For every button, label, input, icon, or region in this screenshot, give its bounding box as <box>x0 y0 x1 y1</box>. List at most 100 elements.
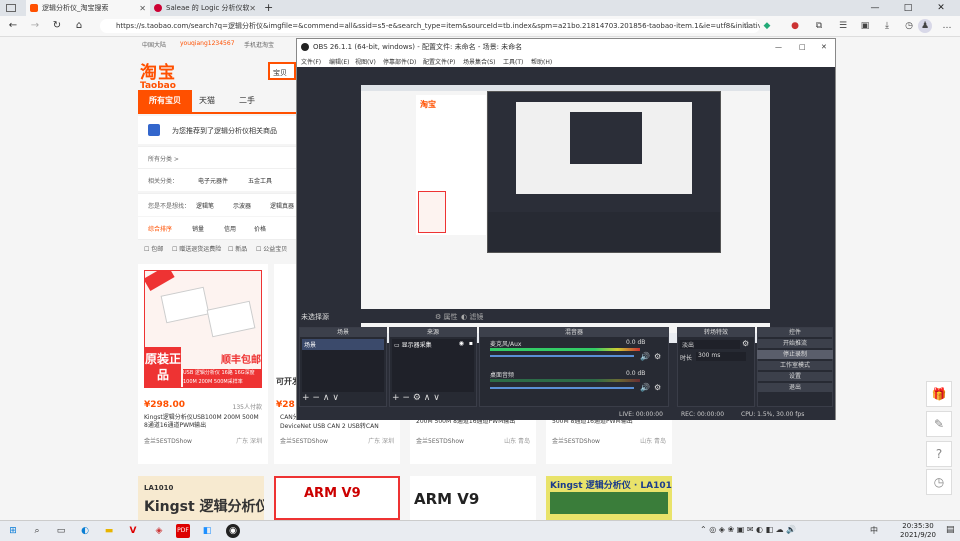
close-tab-icon[interactable]: ✕ <box>249 4 256 13</box>
sort-credit[interactable]: 信用 <box>224 224 236 233</box>
move-down-icon[interactable]: ∨ <box>433 393 440 403</box>
taskbar-clock[interactable]: 20:35:30 2021/9/20 <box>896 522 940 540</box>
move-down-icon[interactable]: ∨ <box>332 393 339 403</box>
checkbox-charity[interactable]: ☐ 公益宝贝 <box>256 244 287 253</box>
speaker-icon[interactable]: 🔊 <box>640 352 650 361</box>
ime-indicator[interactable]: 中 <box>870 525 878 536</box>
system-tray-icons[interactable]: ⌃ ◎ ◈ ❀ ▣ ✉ ◐ ◧ ☁ 🔊 <box>700 525 796 534</box>
volume-slider[interactable] <box>490 387 634 389</box>
obs-taskbar-icon[interactable]: ◉ <box>226 524 240 538</box>
edit-icon[interactable]: ✎ <box>926 411 952 437</box>
start-icon[interactable]: ⊞ <box>6 524 20 538</box>
refresh-icon[interactable]: ↻ <box>50 19 64 33</box>
obs-preview[interactable]: 淘宝 <box>361 85 770 343</box>
visibility-eye-icon[interactable]: ◉ <box>459 340 464 347</box>
suggest-option[interactable]: 示波器 <box>233 201 251 210</box>
exit-button[interactable]: 退出 <box>757 383 833 392</box>
product-card-bottom[interactable]: ARM V9 <box>274 476 400 520</box>
gift-icon[interactable]: 🎁 <box>926 381 952 407</box>
menu-help[interactable]: 帮助(H) <box>531 57 552 66</box>
track-settings-icon[interactable]: ⚙ <box>654 352 661 361</box>
edge-icon[interactable]: ◐ <box>78 524 92 538</box>
obs-close-button[interactable]: ✕ <box>821 39 827 55</box>
menu-profile[interactable]: 配置文件(P) <box>423 57 455 66</box>
app-pdf-icon[interactable]: PDF <box>176 524 190 538</box>
product-card-lower[interactable]: 200M 500M 8通道16通道PWM输出 金兰5ESTDShow 山东 青岛 <box>410 414 536 464</box>
home-icon[interactable]: ⌂ <box>72 19 86 33</box>
app-red-icon[interactable]: ◈ <box>152 524 166 538</box>
suggest-option[interactable]: 逻辑笔 <box>196 201 214 210</box>
user-link[interactable]: youqiang1234567 <box>180 40 235 47</box>
product-image[interactable]: 原装正品 顺丰包邮 USB 逻辑分析仪 16路 16G深度 100M 200M … <box>144 270 262 388</box>
speaker-icon[interactable]: 🔊 <box>640 383 650 392</box>
back-icon[interactable]: ← <box>6 19 20 33</box>
close-window-button[interactable]: ✕ <box>926 0 956 16</box>
search-type-select[interactable]: 宝贝 <box>268 62 296 80</box>
add-scene-icon[interactable]: + <box>302 393 310 403</box>
filter-option[interactable]: 五金工具 <box>248 176 272 185</box>
maximize-button[interactable]: □ <box>893 0 923 16</box>
extension-icon[interactable]: ◆ <box>760 19 774 33</box>
filters-button[interactable]: ◐ 滤镜 <box>461 312 483 322</box>
obs-maximize-button[interactable]: □ <box>799 39 806 55</box>
studio-mode-button[interactable]: 工作室模式 <box>757 361 833 370</box>
remove-scene-icon[interactable]: − <box>312 393 320 403</box>
collections-icon[interactable]: ▣ <box>858 19 872 33</box>
product-card-bottom[interactable]: Kingst 逻辑分析仪 · LA1010 <box>546 476 672 520</box>
tab-taobao-search[interactable]: 逻辑分析仪_淘宝搜索 ✕ <box>26 0 150 16</box>
product-card-bottom[interactable]: ARM V9 <box>410 476 536 520</box>
shop-name[interactable]: 金兰5ESTDShow <box>416 436 464 445</box>
product-card-bottom[interactable]: LA1010 Kingst 逻辑分析仪 <box>138 476 264 520</box>
properties-button[interactable]: ⚙ 属性 <box>435 312 458 322</box>
track-settings-icon[interactable]: ⚙ <box>654 383 661 392</box>
tab-second-hand[interactable]: 二手 <box>232 90 262 112</box>
region-link[interactable]: 中国大陆 <box>142 40 166 49</box>
tab-tmall[interactable]: 天猫 <box>192 90 222 112</box>
search-icon[interactable]: ⌕ <box>30 524 44 538</box>
app-v-icon[interactable]: V <box>126 524 140 538</box>
history-icon[interactable]: ◷ <box>902 19 916 33</box>
filter-option[interactable]: 电子元器件 <box>198 176 228 185</box>
menu-file[interactable]: 文件(F) <box>301 57 321 66</box>
product-title[interactable]: Kingst逻辑分析仪USB100M 200M 500M 8通道16通道PWM输… <box>144 414 262 430</box>
sort-price[interactable]: 价格 <box>254 224 266 233</box>
shop-name[interactable]: 金兰5ESTDShow <box>280 436 328 445</box>
more-menu-icon[interactable]: … <box>940 19 954 33</box>
obs-minimize-button[interactable]: — <box>775 39 782 55</box>
settings-button[interactable]: 设置 <box>757 372 833 381</box>
checkbox-return-insurance[interactable]: ☐ 赠送退货运费险 <box>172 244 221 253</box>
url-input[interactable]: https://s.taobao.com/search?q=逻辑分析仪&imgf… <box>100 19 760 33</box>
product-card-lower[interactable]: 500M 8通道16通道PWM输出 金兰5ESTDShow 山东 青岛 <box>546 414 672 464</box>
product-card[interactable]: 原装正品 顺丰包邮 USB 逻辑分析仪 16路 16G深度 100M 200M … <box>138 264 268 464</box>
stop-recording-button[interactable]: 停止录制 <box>757 350 833 359</box>
task-view-icon[interactable]: ▭ <box>54 524 68 538</box>
tab-actions-icon[interactable] <box>6 4 16 12</box>
suggest-option[interactable]: 逻辑真器 <box>270 201 294 210</box>
transition-settings-icon[interactable]: ⚙ <box>742 339 749 348</box>
downloads-icon[interactable]: ⤓ <box>880 19 894 33</box>
favorite-star-icon[interactable]: ☆ <box>740 19 754 33</box>
product-card-lower[interactable]: CAN分析仪 DeviceNet USB CAN 2 USB转CAN 金兰5ES… <box>274 414 400 464</box>
scene-item[interactable]: 场景 <box>302 339 384 350</box>
sort-default[interactable]: 综合排序 <box>148 224 172 233</box>
volume-slider[interactable] <box>490 355 634 357</box>
tab-saleae[interactable]: Saleae 的 Logic 分析仪软件 ✕ <box>150 0 260 16</box>
notification-icon[interactable]: ▤ <box>946 525 955 535</box>
explorer-icon[interactable]: ▬ <box>102 524 116 538</box>
help-icon[interactable]: ? <box>926 441 952 467</box>
duration-input[interactable]: 300 ms <box>696 352 746 361</box>
menu-edit[interactable]: 编辑(E) <box>329 57 349 66</box>
shop-name[interactable]: 金兰5ESTDShow <box>552 436 600 445</box>
favorites-icon[interactable]: ☰ <box>836 19 850 33</box>
start-streaming-button[interactable]: 开始推流 <box>757 339 833 348</box>
menu-docks[interactable]: 停靠部件(D) <box>383 57 416 66</box>
profile-avatar[interactable]: ♟ <box>918 19 932 33</box>
mobile-link[interactable]: 手机逛淘宝 <box>244 40 274 49</box>
checkbox-free-shipping[interactable]: ☐ 包邮 <box>144 244 163 253</box>
menu-view[interactable]: 视图(V) <box>355 57 376 66</box>
source-item[interactable]: ▭ 显示器采集 ◉ ▪ <box>392 339 474 350</box>
close-tab-icon[interactable]: ✕ <box>139 4 146 13</box>
move-up-icon[interactable]: ∧ <box>323 393 330 403</box>
remove-source-icon[interactable]: − <box>402 393 410 403</box>
transition-select[interactable]: 淡出 <box>680 340 740 349</box>
